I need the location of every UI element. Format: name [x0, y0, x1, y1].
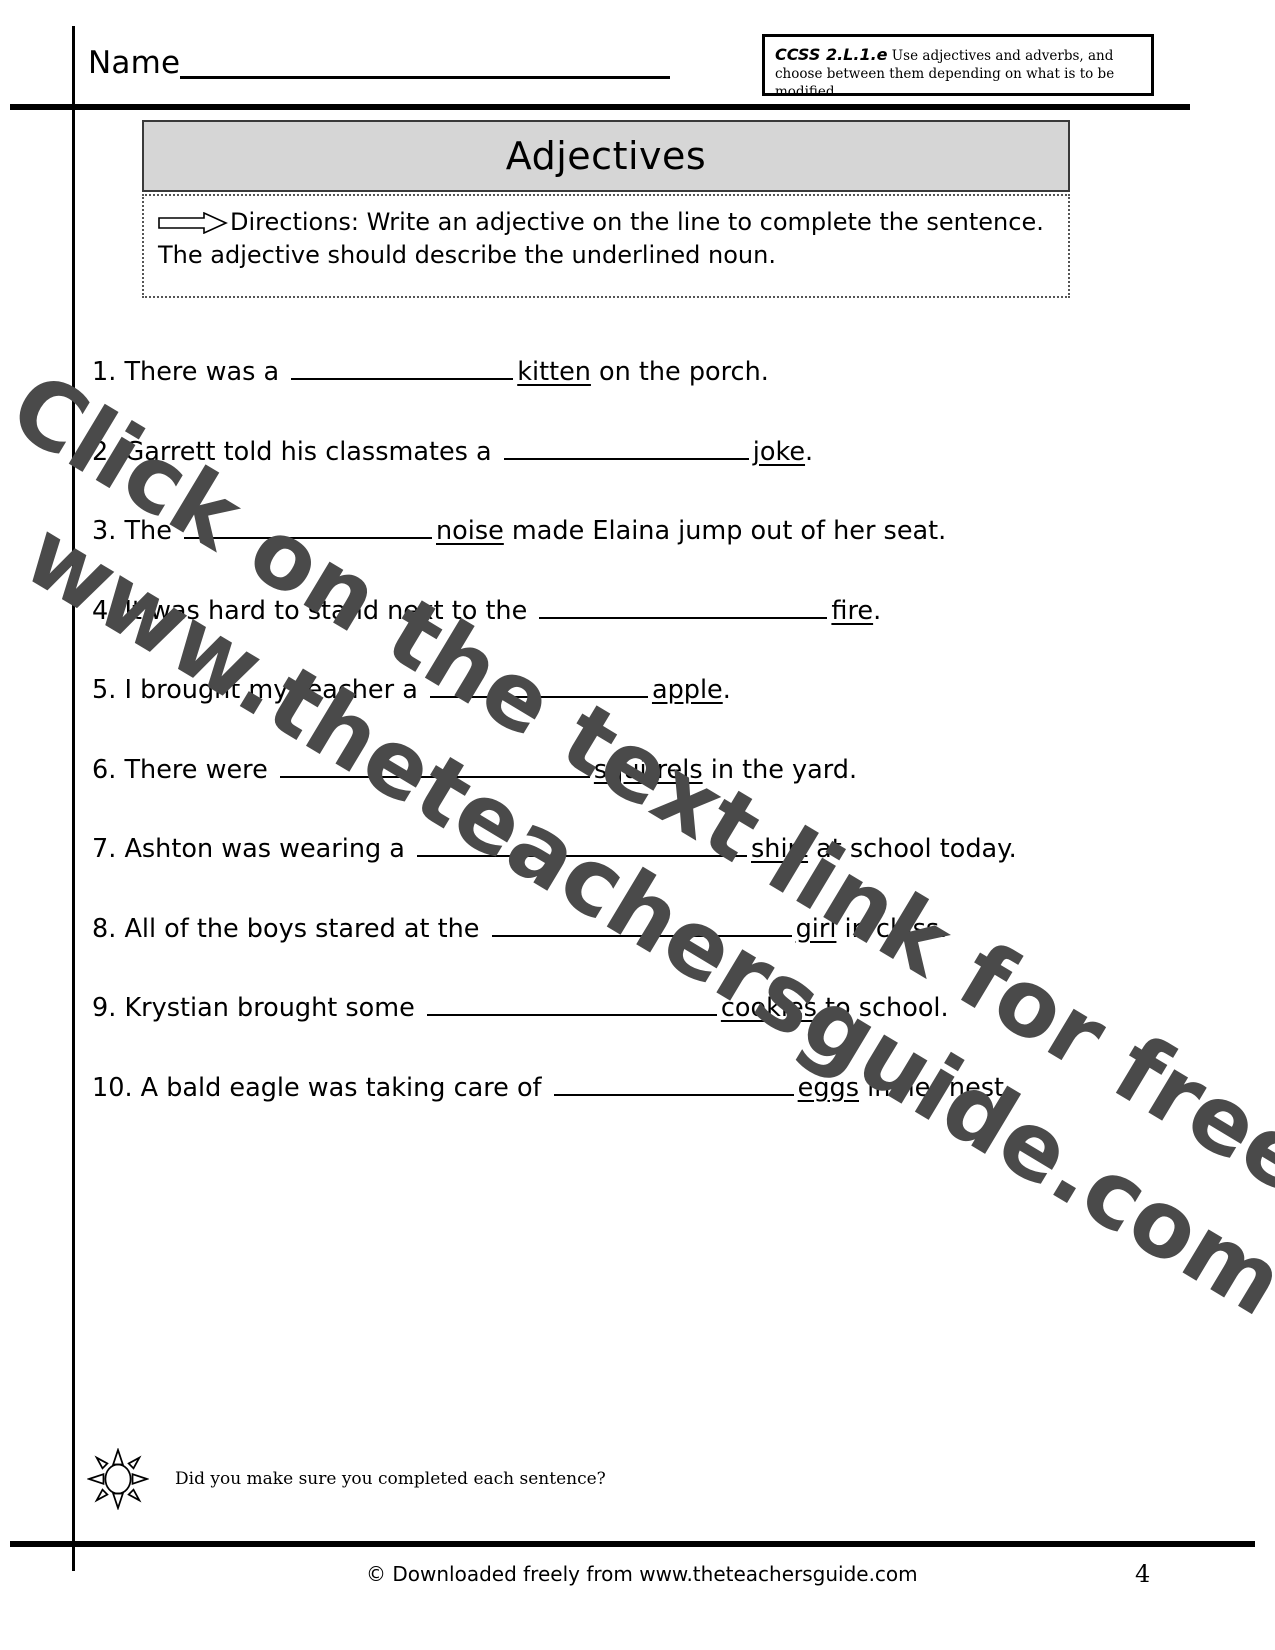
answer-blank[interactable]	[417, 835, 748, 857]
question-text-after: .	[805, 436, 814, 467]
underlined-noun: cookies	[720, 993, 817, 1023]
question-text-after: at school today.	[808, 834, 1017, 864]
question-number: 1.	[92, 357, 117, 387]
question-number: 7.	[92, 834, 117, 864]
question-number: 3.	[92, 516, 117, 546]
page-title: Adjectives	[505, 134, 707, 178]
check-reminder-row: Did you make sure you completed each sen…	[75, 1425, 1185, 1533]
question-text-before: There were	[124, 754, 268, 785]
question-row: 10. A bald eagle was taking care of eggs…	[92, 1074, 1092, 1102]
answer-blank[interactable]	[553, 1074, 794, 1096]
question-text-before: Garrett told his classmates a	[124, 436, 492, 467]
underlined-noun: apple	[651, 675, 723, 705]
question-text-after: on the porch.	[590, 357, 769, 387]
underlined-noun: squirrels	[593, 754, 703, 785]
question-number: 2.	[92, 436, 117, 467]
question-text-before: I brought my teacher a	[124, 675, 418, 705]
question-text-after: made Elaina jump out of her seat.	[503, 516, 947, 546]
question-text-after: in class.	[836, 913, 948, 944]
underlined-noun: girl	[795, 913, 837, 944]
ccss-standard-box: CCSS 2.L.1.e Use adjectives and adverbs,…	[762, 34, 1154, 100]
underlined-noun: kitten	[517, 357, 591, 387]
footer-page-number: 4	[1135, 1560, 1151, 1588]
questions-list: 1. There was a kitten on the porch. 2. Ga…	[92, 358, 1092, 1153]
question-text-after: in her nest.	[859, 1072, 1013, 1103]
question-text-before: A bald eagle was taking care of	[140, 1072, 542, 1103]
question-row: 6. There were squirrels in the yard.	[92, 756, 1092, 784]
question-text-before: There was a	[124, 357, 280, 387]
ccss-code: CCSS 2.L.1.e	[775, 45, 888, 64]
question-row: 4. It was hard to stand next to the fire…	[92, 597, 1092, 625]
name-input-blank[interactable]	[180, 46, 671, 79]
question-row: 9. Krystian brought some cookies to scho…	[92, 994, 1092, 1022]
question-row: 3. The noise made Elaina jump out of her…	[92, 517, 1092, 545]
answer-blank[interactable]	[291, 358, 514, 380]
directions-text: Directions: Write an adjective on the li…	[158, 208, 1044, 270]
footer-credit: © Downloaded freely from www.theteachers…	[366, 1562, 918, 1586]
underlined-noun: eggs	[797, 1072, 860, 1103]
answer-blank[interactable]	[539, 597, 828, 619]
question-row: 8. All of the boys stared at the girl in…	[92, 915, 1092, 943]
answer-blank[interactable]	[491, 915, 792, 937]
question-row: 7. Ashton was wearing a shirt at school …	[92, 835, 1092, 863]
question-text-before: The	[124, 516, 172, 546]
answer-blank[interactable]	[503, 438, 749, 460]
question-text-before: All of the boys stared at the	[124, 913, 480, 944]
answer-blank[interactable]	[279, 756, 590, 778]
directions-inner: Directions: Write an adjective on the li…	[158, 206, 1054, 272]
footer-divider-rule	[10, 1541, 1255, 1547]
worksheet-title-bar: Adjectives	[142, 120, 1070, 192]
question-text-before: Krystian brought some	[124, 993, 415, 1023]
question-row: 5. I brought my teacher a apple.	[92, 676, 1092, 704]
question-number: 6.	[92, 754, 117, 785]
name-field-row: Name	[88, 45, 671, 81]
worksheet-page: Name CCSS 2.L.1.e Use adjectives and adv…	[0, 0, 1275, 1650]
question-text-before: It was hard to stand next to the	[124, 595, 528, 626]
question-text-after: to school.	[816, 993, 949, 1023]
header-divider-rule	[10, 104, 1190, 110]
question-number: 9.	[92, 993, 117, 1023]
question-row: 1. There was a kitten on the porch.	[92, 358, 1092, 386]
left-margin-rule	[72, 26, 75, 1571]
underlined-noun: shirt	[751, 834, 809, 864]
question-number: 4.	[92, 595, 117, 626]
underlined-noun: noise	[436, 516, 504, 546]
question-row: 2. Garrett told his classmates a joke.	[92, 438, 1092, 466]
question-text-after: .	[873, 595, 882, 626]
directions-box: Directions: Write an adjective on the li…	[142, 194, 1070, 298]
answer-blank[interactable]	[429, 676, 648, 698]
arrow-right-icon	[158, 212, 228, 234]
question-text-before: Ashton was wearing a	[124, 834, 405, 864]
answer-blank[interactable]	[426, 994, 717, 1016]
answer-blank[interactable]	[184, 517, 432, 539]
question-text-after: .	[722, 675, 731, 705]
sun-icon	[87, 1448, 149, 1510]
ccss-text: CCSS 2.L.1.e Use adjectives and adverbs,…	[775, 44, 1142, 101]
question-number: 5.	[92, 675, 117, 705]
check-reminder-text: Did you make sure you completed each sen…	[175, 1469, 606, 1489]
underlined-noun: joke	[752, 436, 806, 467]
question-text-after: in the yard.	[702, 754, 858, 785]
question-number: 10.	[92, 1072, 133, 1103]
underlined-noun: fire	[831, 595, 874, 626]
question-number: 8.	[92, 913, 117, 944]
name-label: Name	[88, 45, 181, 81]
